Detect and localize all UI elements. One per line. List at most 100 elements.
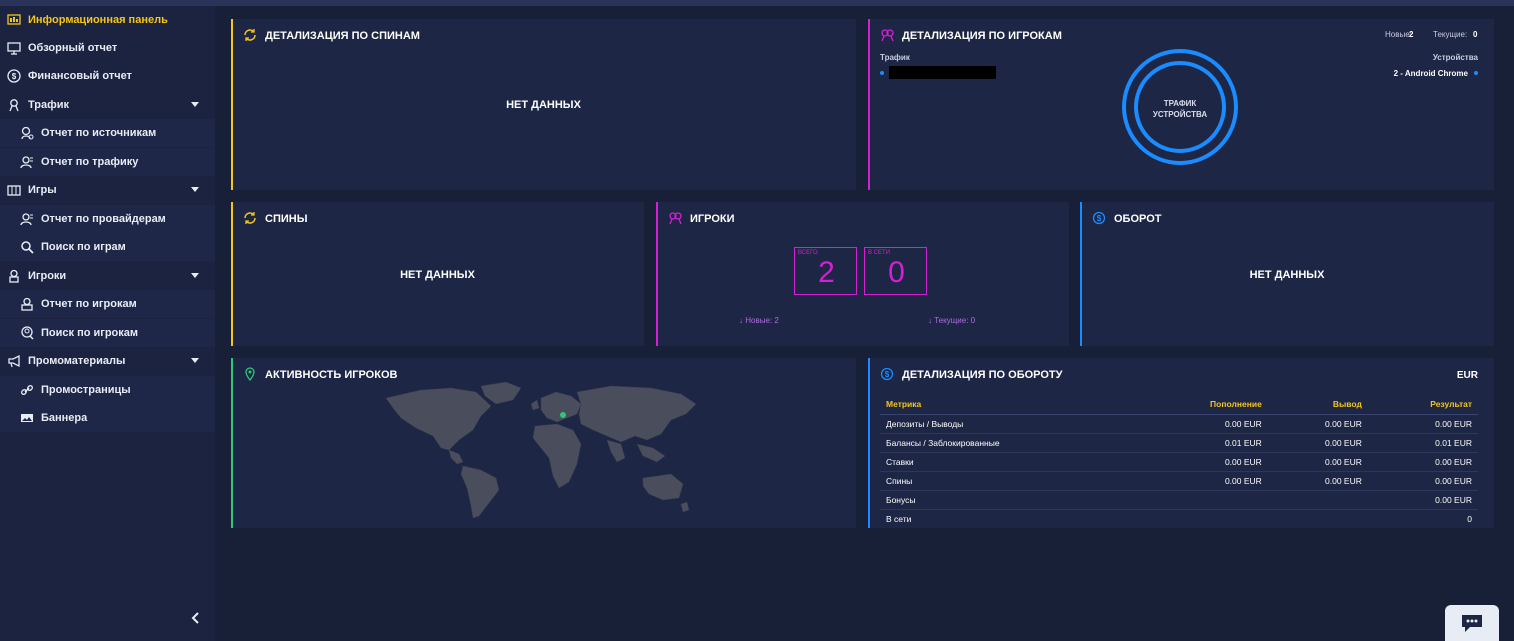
chat-bubble-icon [1462, 615, 1482, 632]
chevron-down-icon [191, 102, 199, 107]
table-row: Спины 0.00 EUR 0.00 EUR 0.00 EUR [880, 471, 1478, 491]
sidebar-item-promo-pages[interactable]: Промостраницы [0, 376, 215, 404]
svg-text:$: $ [885, 370, 890, 379]
table-cell: 0.00 EUR [1267, 433, 1368, 453]
sidebar-item-games[interactable]: Игры [0, 176, 215, 204]
table-cell [1267, 490, 1368, 510]
player-report-icon [20, 297, 34, 311]
refresh-icon [243, 211, 257, 225]
refresh-icon [243, 28, 257, 42]
sidebar-item-dashboard[interactable]: Информационная панель [0, 6, 215, 34]
currency-label: EUR [1456, 370, 1478, 381]
sidebar-item-finance[interactable]: $ Финансовый отчет [0, 62, 215, 90]
legend-dot [880, 71, 884, 75]
user-icon [20, 212, 34, 226]
dollar-icon: $ [7, 69, 21, 83]
sidebar-item-banners[interactable]: Баннера [0, 404, 215, 432]
turnover-table: Метрика Пополнение Вывод Результат Депоз… [880, 394, 1478, 528]
legend-dot [1474, 71, 1478, 75]
table-row: Балансы / Заблокированные 0.01 EUR 0.00 EU… [880, 433, 1478, 453]
card-title: ДЕТАЛИЗАЦИЯ ПО СПИНАМ [265, 30, 420, 42]
card-accent [231, 358, 233, 528]
dollar-icon: $ [880, 367, 894, 381]
table-row: Ставки 0.00 EUR 0.00 EUR 0.00 EUR [880, 452, 1478, 472]
sidebar-item-label: Отчет по провайдерам [41, 213, 166, 225]
spins-card: СПИНЫ НЕТ ДАННЫХ [231, 202, 644, 346]
traffic-label: Трафик [880, 53, 910, 62]
players-card: ИГРОКИ ВСЕГО 2 В СЕТИ 0 ↓ Новые: 2 ↓ Тек… [656, 202, 1069, 346]
turnover-detail-card: $ ДЕТАЛИЗАЦИЯ ПО ОБОРОТУ EUR Метрика Поп… [868, 358, 1494, 528]
banner-icon [20, 411, 34, 425]
card-title: ОБОРОТ [1114, 213, 1162, 225]
games-icon [7, 183, 21, 197]
column-header: Пополнение [1137, 394, 1268, 415]
table-cell: 0.00 EUR [1137, 414, 1268, 434]
card-accent [868, 358, 870, 528]
sidebar-item-players-report[interactable]: Отчет по игрокам [0, 290, 215, 318]
players-detail-card: ДЕТАЛИЗАЦИЯ ПО ИГРОКАМ Новые: 2 Текущие:… [868, 19, 1494, 190]
table-cell: 0.00 EUR [1367, 490, 1478, 510]
card-title: ДЕТАЛИЗАЦИЯ ПО ОБОРОТУ [902, 369, 1063, 381]
source-icon [20, 126, 34, 140]
table-cell: 0.00 EUR [1267, 452, 1368, 472]
table-cell [1137, 490, 1268, 510]
device-legend-item: 2 - Android Chrome [1393, 69, 1468, 78]
new-players-text: ↓ Новые: 2 [739, 316, 779, 325]
donut-label-line2: УСТРОЙСТВА [1152, 110, 1208, 119]
sidebar-item-sources-report[interactable]: Отчет по источникам [0, 119, 215, 147]
online-players-box: В СЕТИ 0 [864, 247, 927, 295]
table-cell: Бонусы [880, 490, 1138, 510]
sidebar-item-players-search[interactable]: Поиск по игрокам [0, 319, 215, 347]
total-value: 2 [818, 256, 835, 289]
collapse-sidebar-button[interactable] [189, 611, 203, 625]
chat-button[interactable] [1445, 605, 1499, 641]
dashboard-icon [7, 13, 21, 27]
sidebar-item-games-search[interactable]: Поиск по играм [0, 233, 215, 261]
users-icon [7, 98, 21, 112]
sidebar-item-traffic[interactable]: Трафик [0, 91, 215, 119]
sidebar-item-label: Отчет по источникам [41, 127, 157, 139]
player-search-icon [20, 326, 34, 340]
table-row: Депозиты / Выводы 0.00 EUR 0.00 EUR 0.00 EU… [880, 414, 1478, 434]
chevron-left-icon [191, 612, 199, 624]
sidebar-item-label: Трафик [28, 99, 70, 111]
table-row: В сети 0 [880, 509, 1478, 528]
sidebar-item-label: Баннера [41, 412, 88, 424]
card-title: ДЕТАЛИЗАЦИЯ ПО ИГРОКАМ [902, 30, 1062, 42]
sidebar-item-players[interactable]: Игроки [0, 262, 215, 290]
overview-icon [7, 41, 21, 55]
table-cell: 0.00 EUR [1367, 452, 1478, 472]
current-value: 0 [1473, 30, 1478, 39]
search-icon [20, 240, 34, 254]
user-icon [20, 155, 34, 169]
sidebar-item-providers-report[interactable]: Отчет по провайдерам [0, 205, 215, 233]
sidebar-item-label: Обзорный отчет [28, 42, 118, 54]
no-data-text: НЕТ ДАННЫХ [400, 269, 475, 281]
sidebar-item-promo[interactable]: Промоматериалы [0, 347, 215, 375]
sidebar-item-overview[interactable]: Обзорный отчет [0, 34, 215, 62]
turnover-card: $ ОБОРОТ НЕТ ДАННЫХ [1080, 202, 1494, 346]
sidebar-item-label: Отчет по трафику [41, 156, 139, 168]
megaphone-icon [7, 354, 21, 368]
new-label: Новые: [1385, 30, 1412, 39]
table-cell: Депозиты / Выводы [880, 414, 1138, 434]
table-cell: 0 [1467, 513, 1472, 524]
svg-text:$: $ [1097, 214, 1102, 223]
chevron-down-icon [191, 187, 199, 192]
players-icon [880, 28, 894, 42]
table-cell: 0.01 EUR [1137, 433, 1268, 453]
column-header: Метрика [880, 394, 1138, 415]
table-cell: 0.00 EUR [1137, 452, 1268, 472]
devices-label: Устройства [1432, 53, 1478, 62]
sidebar-item-traffic-report[interactable]: Отчет по трафику [0, 148, 215, 176]
spins-detail-card: ДЕТАЛИЗАЦИЯ ПО СПИНАМ НЕТ ДАННЫХ [231, 19, 856, 190]
table-cell: 0.00 EUR [1267, 414, 1368, 434]
table-cell: Ставки [880, 452, 1138, 472]
current-label: Текущие: [1433, 30, 1468, 39]
sidebar-item-label: Отчет по игрокам [41, 298, 137, 310]
sidebar-item-label: Информационная панель [28, 14, 168, 26]
world-map [385, 381, 697, 519]
no-data-text: НЕТ ДАННЫХ [506, 99, 581, 111]
sidebar-item-label: Игры [28, 184, 57, 196]
card-title: ИГРОКИ [690, 213, 735, 225]
